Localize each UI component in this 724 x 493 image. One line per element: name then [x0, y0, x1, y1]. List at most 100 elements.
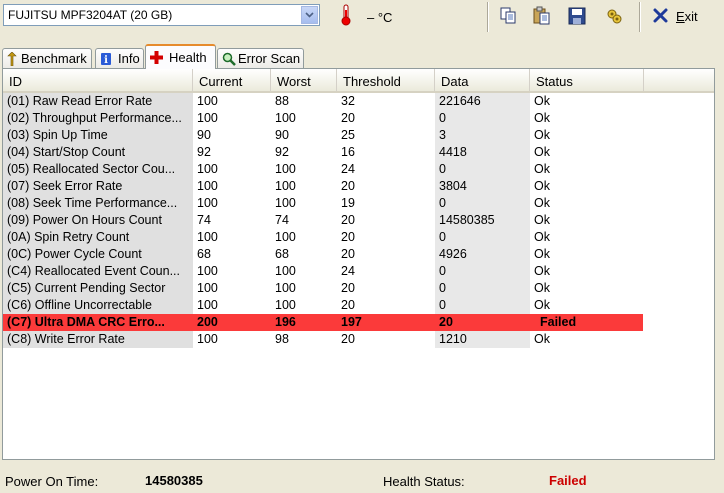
cell-worst: 100 — [275, 281, 296, 295]
cell-threshold: 24 — [341, 162, 355, 176]
cell-id: (09) Power On Hours Count — [3, 212, 193, 229]
cell-worst: 100 — [275, 111, 296, 125]
cell-status: Ok — [534, 332, 550, 346]
table-row[interactable]: (02) Throughput Performance... 100 100 20 0 O… — [3, 110, 714, 127]
temperature-readout: – °C — [367, 10, 393, 25]
column-header-status[interactable]: Status — [530, 69, 644, 91]
cell-id: (02) Throughput Performance... — [3, 110, 193, 127]
table-row[interactable]: (09) Power On Hours Count 74 74 20 14580385 O… — [3, 212, 714, 229]
table-row[interactable]: (08) Seek Time Performance... 100 100 19 0 Ok — [3, 195, 714, 212]
cell-data: 20 — [439, 315, 453, 329]
column-header-data[interactable]: Data — [435, 69, 530, 91]
status-bar: Power On Time: 14580385 Health Status: F… — [0, 466, 724, 493]
cell-worst: 100 — [275, 264, 296, 278]
cell-threshold: 20 — [341, 247, 355, 261]
cell-threshold: 24 — [341, 264, 355, 278]
cell-data: 0 — [435, 263, 530, 280]
table-row[interactable]: (05) Reallocated Sector Cou... 100 100 24 0 O… — [3, 161, 714, 178]
cell-current: 68 — [197, 247, 211, 261]
toolbar-separator — [487, 2, 489, 32]
table-row[interactable]: (04) Start/Stop Count 92 92 16 4418 Ok — [3, 144, 714, 161]
cell-current: 90 — [197, 128, 211, 142]
cell-id: (03) Spin Up Time — [3, 127, 193, 144]
cell-id: (07) Seek Error Rate — [3, 178, 193, 195]
table-row[interactable]: (C4) Reallocated Event Coun... 100 100 24 0 O… — [3, 263, 714, 280]
table-row[interactable]: (03) Spin Up Time 90 90 25 3 Ok — [3, 127, 714, 144]
cell-data: 0 — [435, 297, 530, 314]
tab-info[interactable]: i Info — [95, 48, 144, 68]
cell-status: Ok — [534, 281, 550, 295]
cell-data: 3 — [435, 127, 530, 144]
chevron-down-icon[interactable] — [301, 6, 318, 24]
svg-text:i: i — [104, 55, 108, 66]
table-row[interactable]: (C6) Offline Uncorrectable 100 100 20 0 Ok — [3, 297, 714, 314]
cell-status: Ok — [534, 145, 550, 159]
health-status-value: Failed — [549, 473, 587, 488]
cell-current: 100 — [197, 230, 218, 244]
cell-current: 200 — [197, 315, 218, 329]
paste-icon[interactable] — [532, 6, 554, 26]
cell-current: 100 — [197, 94, 218, 108]
cell-id: (C8) Write Error Rate — [3, 331, 193, 348]
table-row[interactable]: (C8) Write Error Rate 100 98 20 1210 Ok — [3, 331, 714, 348]
column-header-id[interactable]: ID — [3, 69, 193, 91]
cell-data: 0 — [435, 161, 530, 178]
cell-worst: 100 — [275, 298, 296, 312]
cell-id: (01) Raw Read Error Rate — [3, 93, 193, 110]
power-on-time-value: 14580385 — [145, 473, 203, 488]
table-row-failed[interactable]: (C7) Ultra DMA CRC Erro... 200 196 197 20 Fai… — [3, 314, 714, 331]
cell-status: Ok — [534, 247, 550, 261]
cell-threshold: 20 — [341, 298, 355, 312]
cell-current: 100 — [197, 264, 218, 278]
column-header-worst[interactable]: Worst — [271, 69, 337, 91]
cell-worst: 100 — [275, 230, 296, 244]
cell-threshold: 20 — [341, 111, 355, 125]
copy-icon[interactable] — [498, 6, 520, 26]
table-row[interactable]: (07) Seek Error Rate 100 100 20 3804 Ok — [3, 178, 714, 195]
cell-current: 100 — [197, 332, 218, 346]
cell-worst: 100 — [275, 179, 296, 193]
table-row[interactable]: (01) Raw Read Error Rate 100 88 32 221646 Ok — [3, 93, 714, 110]
tab-strip: Benchmark i Info Health Error Scan — [0, 44, 724, 69]
tab-error-scan-label: Error Scan — [238, 51, 301, 66]
cell-worst: 98 — [275, 332, 289, 346]
cell-threshold: 25 — [341, 128, 355, 142]
benchmark-icon — [7, 51, 17, 69]
health-cross-icon — [150, 51, 163, 67]
table-row[interactable]: (C5) Current Pending Sector 100 100 20 0 Ok — [3, 280, 714, 297]
tab-info-label: Info — [118, 51, 140, 66]
cell-current: 100 — [197, 298, 218, 312]
exit-label: Exit — [676, 9, 698, 24]
magnifier-icon — [222, 52, 236, 69]
save-icon[interactable] — [567, 6, 589, 26]
cell-current: 100 — [197, 196, 218, 210]
tab-error-scan[interactable]: Error Scan — [217, 48, 304, 68]
drive-select[interactable]: FUJITSU MPF3204AT (20 GB) — [3, 4, 320, 26]
cell-worst: 74 — [275, 213, 289, 227]
cell-threshold: 20 — [341, 179, 355, 193]
table-row[interactable]: (0C) Power Cycle Count 68 68 20 4926 Ok — [3, 246, 714, 263]
cell-data: 0 — [435, 280, 530, 297]
cell-status: Ok — [534, 264, 550, 278]
cell-status: Ok — [534, 230, 550, 244]
cell-id: (04) Start/Stop Count — [3, 144, 193, 161]
table-row[interactable]: (0A) Spin Retry Count 100 100 20 0 Ok — [3, 229, 714, 246]
cell-current: 100 — [197, 111, 218, 125]
cell-threshold: 20 — [341, 281, 355, 295]
column-header-threshold[interactable]: Threshold — [337, 69, 435, 91]
options-icon[interactable] — [604, 6, 626, 26]
smart-attributes-table[interactable]: ID Current Worst Threshold Data Status (… — [2, 68, 715, 460]
column-header-current[interactable]: Current — [193, 69, 271, 91]
exit-button[interactable]: Exit — [652, 6, 712, 26]
cell-data: 3804 — [435, 178, 530, 195]
cell-id: (C6) Offline Uncorrectable — [3, 297, 193, 314]
info-icon: i — [100, 52, 112, 69]
cell-threshold: 32 — [341, 94, 355, 108]
cell-status: Ok — [534, 196, 550, 210]
cell-data: 4418 — [435, 144, 530, 161]
tab-benchmark[interactable]: Benchmark — [2, 48, 92, 68]
health-status-label: Health Status: — [383, 474, 465, 489]
cell-data: 14580385 — [435, 212, 530, 229]
cell-id: (C7) Ultra DMA CRC Erro... — [7, 315, 165, 329]
tab-health[interactable]: Health — [145, 44, 216, 69]
